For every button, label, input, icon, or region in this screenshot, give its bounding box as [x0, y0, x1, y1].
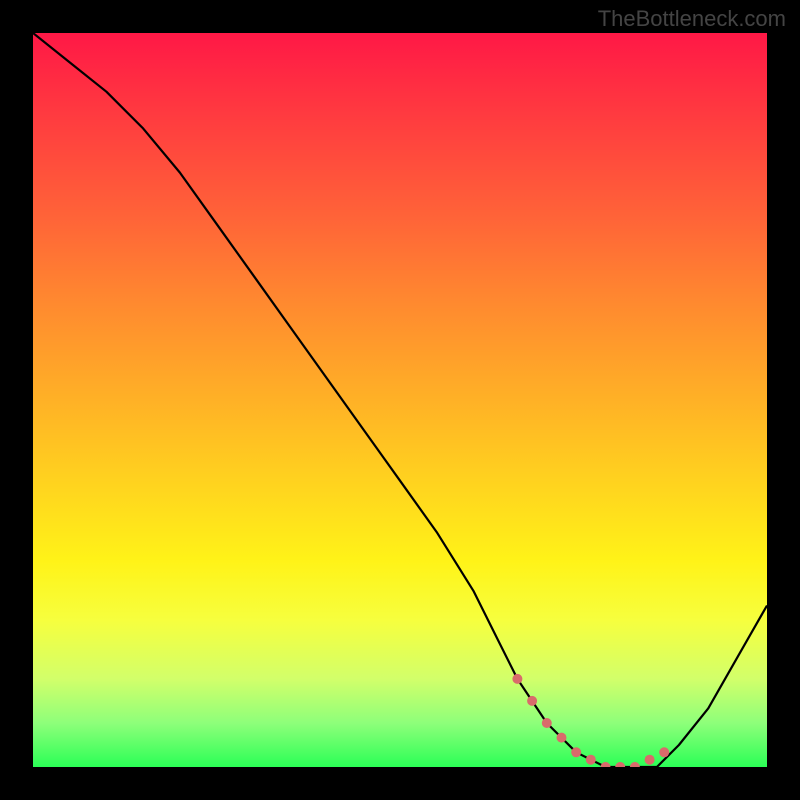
watermark-text: TheBottleneck.com [598, 6, 786, 32]
bottleneck-curve [33, 33, 767, 767]
marker-dot [527, 696, 537, 706]
marker-dot [645, 755, 655, 765]
marker-dot [571, 747, 581, 757]
marker-dot [615, 762, 625, 767]
marker-dot [512, 674, 522, 684]
plot-area [33, 33, 767, 767]
marker-dot [659, 747, 669, 757]
highlight-dots [512, 674, 669, 767]
marker-dot [557, 733, 567, 743]
marker-dot [630, 762, 640, 767]
marker-dot [601, 762, 611, 767]
marker-dot [542, 718, 552, 728]
marker-dot [586, 755, 596, 765]
curve-svg [33, 33, 767, 767]
